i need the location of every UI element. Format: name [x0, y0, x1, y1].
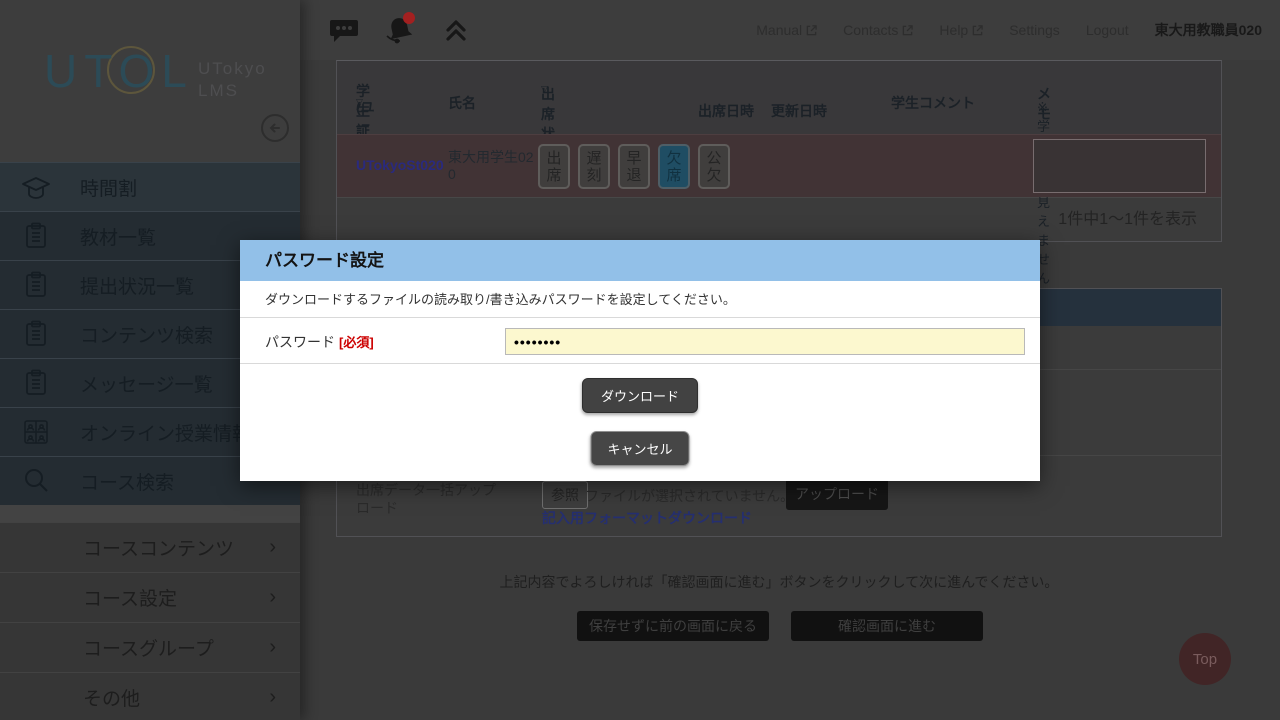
- sort-down-icon[interactable]: ▽: [356, 97, 363, 108]
- utol-logo-subtitle: UTokyo LMS: [198, 58, 267, 102]
- format-download-link[interactable]: 記入用フォーマットダウンロード: [542, 508, 752, 528]
- logout-link-label: Logout: [1086, 22, 1129, 38]
- back-without-save-button[interactable]: 保存せずに前の画面に戻る: [577, 611, 769, 641]
- col-attend-time: 出席日時: [698, 101, 754, 121]
- modal-title: パスワード設定: [240, 240, 1040, 281]
- sidebar-item-label: その他: [83, 684, 140, 711]
- external-link-icon: [902, 25, 913, 36]
- help-link-label: Help: [939, 22, 968, 38]
- settings-link-label: Settings: [1009, 22, 1060, 38]
- student-name: 東大用学生020: [448, 149, 540, 183]
- graduation-cap-icon: [20, 171, 52, 203]
- col-name: 氏名: [448, 93, 476, 113]
- sort-down-icon[interactable]: ▽: [541, 84, 548, 95]
- status-button-late[interactable]: 遅刻: [578, 144, 610, 189]
- upload-button[interactable]: アップロード: [786, 477, 888, 510]
- sidebar-collapse-button[interactable]: [261, 114, 289, 142]
- sidebar-item-timetable[interactable]: 時間割: [0, 162, 300, 211]
- attendance-status-buttons: 出席 遅刻 早退 欠席 公欠: [538, 144, 730, 189]
- password-label: パスワード [必須]: [265, 332, 374, 352]
- chevron-right-icon: ›: [269, 636, 276, 659]
- cancel-button[interactable]: キャンセル: [590, 431, 689, 466]
- col-update-time: 更新日時: [771, 101, 827, 121]
- sidebar-item-label: 時間割: [80, 174, 137, 201]
- logout-link[interactable]: Logout: [1086, 22, 1129, 38]
- logo-sub-line2: LMS: [198, 80, 267, 102]
- sidebar-item-label: コース検索: [80, 468, 174, 495]
- sidebar-item-course-settings[interactable]: コース設定 ›: [0, 572, 300, 622]
- status-button-excused[interactable]: 公欠: [698, 144, 730, 189]
- pagination-status: 1件中1〜1件を表示: [337, 197, 1221, 241]
- modal-actions: ダウンロード キャンセル: [240, 364, 1040, 480]
- clipboard-icon: [20, 318, 52, 350]
- sidebar-item-label: コースコンテンツ: [83, 534, 234, 561]
- attendance-table-header: 学生証番号(ユーザID) ▽ 氏名 出席状況 ▽ 出席日時 更新日時 学生コメン…: [337, 61, 1221, 134]
- contacts-link[interactable]: Contacts: [843, 22, 913, 38]
- external-link-icon: [806, 25, 817, 36]
- status-button-early-leave[interactable]: 早退: [618, 144, 650, 189]
- utol-attendance-page: Manual Contacts Help Settings Logout 東大用…: [0, 0, 1280, 720]
- password-form-row: パスワード [必須]: [240, 318, 1040, 364]
- chevron-right-icon: ›: [269, 686, 276, 709]
- online-class-icon: [20, 416, 52, 448]
- user-name: 東大用教職員020: [1155, 20, 1262, 40]
- notification-bell-icon[interactable]: [384, 14, 416, 46]
- modal-description: ダウンロードするファイルの読み取り/書き込みパスワードを設定してください。: [240, 281, 1040, 318]
- required-badge: [必須]: [339, 335, 374, 350]
- attendance-table-panel: 学生証番号(ユーザID) ▽ 氏名 出席状況 ▽ 出席日時 更新日時 学生コメン…: [336, 60, 1222, 242]
- confirm-instruction-text: 上記内容でよろしければ「確認画面に進む」ボタンをクリックして次に進んでください。: [336, 572, 1222, 592]
- password-label-text: パスワード: [265, 334, 335, 350]
- sidebar-item-label: コンテンツ検索: [80, 321, 213, 348]
- chevron-right-icon: ›: [269, 586, 276, 609]
- download-button[interactable]: ダウンロード: [582, 378, 698, 413]
- chat-icon[interactable]: [328, 14, 360, 46]
- sidebar-item-label: オンライン授業情報: [80, 419, 251, 446]
- sidebar-item-label: 教材一覧: [80, 223, 156, 250]
- bulk-upload-label: 出席データ一括アップロード: [356, 481, 506, 517]
- settings-link[interactable]: Settings: [1009, 22, 1060, 38]
- status-button-absent[interactable]: 欠席: [658, 144, 690, 189]
- attendance-row: UTokyoSt020 東大用学生020 出席 遅刻 早退 欠席 公欠: [337, 134, 1221, 197]
- search-icon: [20, 465, 52, 497]
- utol-logo: UTOL: [44, 44, 194, 98]
- chevron-right-icon: ›: [269, 536, 276, 559]
- sidebar-header: UTOL UTokyo LMS: [0, 0, 300, 162]
- clipboard-icon: [20, 269, 52, 301]
- sidebar-item-label: コース設定: [83, 584, 177, 611]
- topbar: Manual Contacts Help Settings Logout 東大用…: [300, 0, 1280, 60]
- manual-link[interactable]: Manual: [756, 22, 817, 38]
- clipboard-icon: [20, 220, 52, 252]
- clipboard-icon: [20, 367, 52, 399]
- sidebar-item-label: コースグループ: [83, 634, 214, 661]
- scroll-top-button[interactable]: Top: [1179, 633, 1231, 685]
- memo-textarea[interactable]: [1033, 139, 1206, 193]
- external-link-icon: [972, 25, 983, 36]
- student-id-link[interactable]: UTokyoSt020: [356, 157, 444, 173]
- sidebar-sub-menu: コースコンテンツ › コース設定 › コースグループ › その他 ›: [0, 522, 300, 720]
- sidebar-item-label: 提出状況一覧: [80, 272, 194, 299]
- sidebar-item-others[interactable]: その他 ›: [0, 672, 300, 720]
- status-button-present[interactable]: 出席: [538, 144, 570, 189]
- browse-file-button[interactable]: 参照: [542, 481, 588, 509]
- logo-sub-line1: UTokyo: [198, 58, 267, 80]
- manual-link-label: Manual: [756, 22, 802, 38]
- password-setting-modal: パスワード設定 ダウンロードするファイルの読み取り/書き込みパスワードを設定して…: [240, 240, 1040, 481]
- sidebar-item-label: メッセージ一覧: [80, 370, 213, 397]
- no-file-selected-text: ファイルが選択されていません。: [585, 486, 794, 506]
- collapse-chevrons-icon[interactable]: [440, 14, 472, 46]
- password-input[interactable]: [505, 328, 1025, 355]
- col-student-comment: 学生コメント: [891, 93, 975, 113]
- sidebar-item-course-group[interactable]: コースグループ ›: [0, 622, 300, 672]
- contacts-link-label: Contacts: [843, 22, 898, 38]
- sidebar-item-course-contents[interactable]: コースコンテンツ ›: [0, 522, 300, 572]
- proceed-to-confirm-button[interactable]: 確認画面に進む: [791, 611, 983, 641]
- help-link[interactable]: Help: [939, 22, 983, 38]
- sidebar-divider: [0, 505, 300, 522]
- notification-badge: [403, 12, 415, 24]
